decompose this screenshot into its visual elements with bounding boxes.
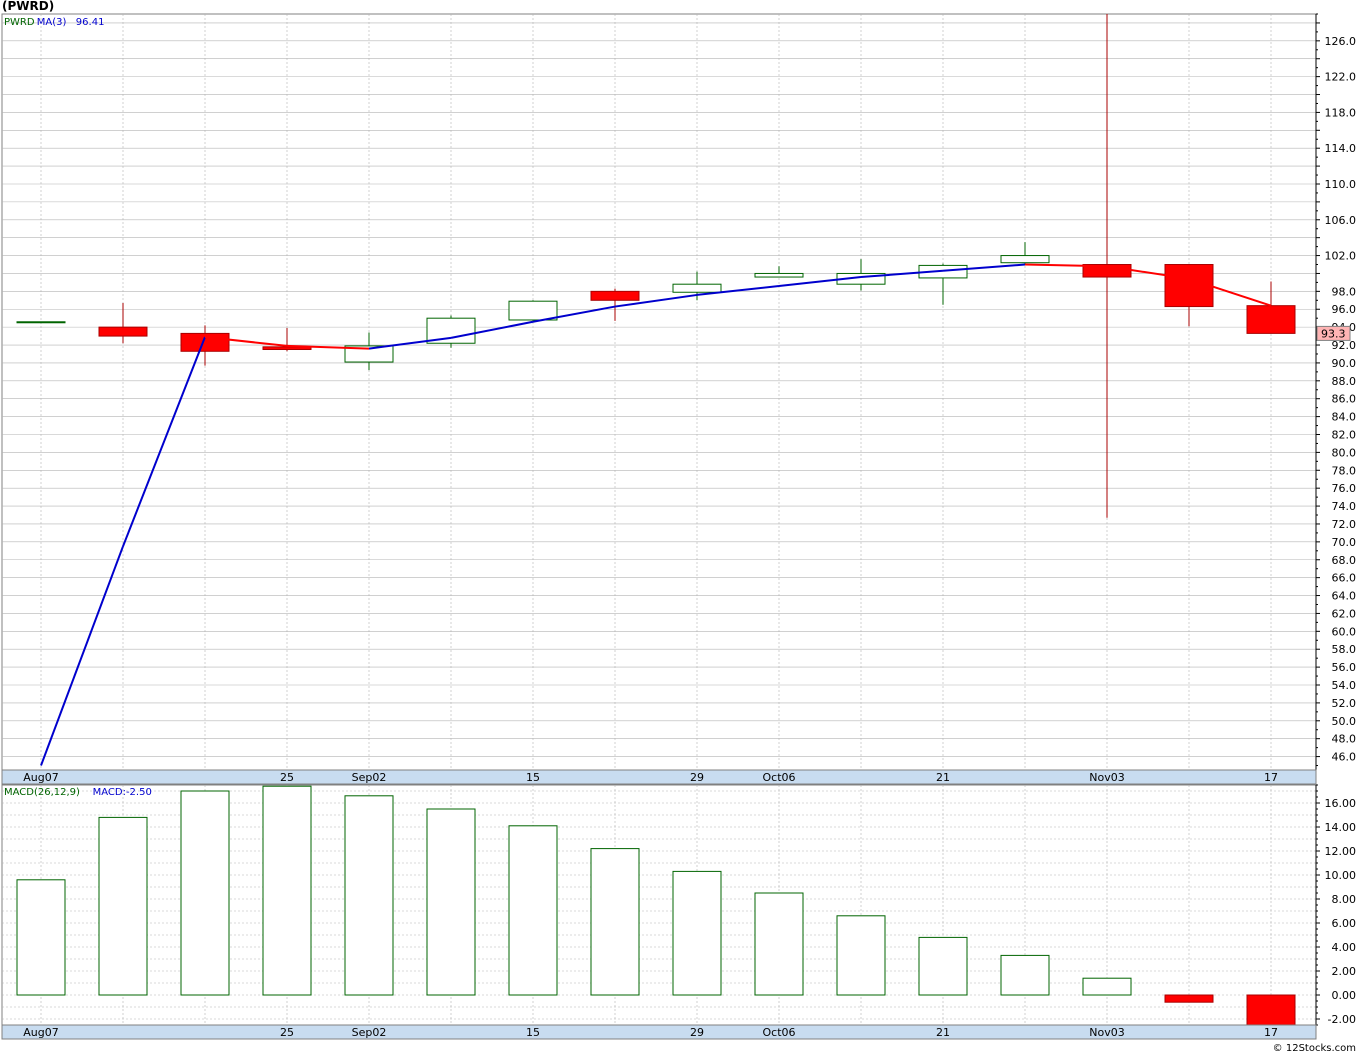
macd-bar: [754, 892, 804, 996]
macd-xtick-label: 25: [280, 1026, 294, 1039]
price-tick-label: 60.0: [1332, 625, 1357, 638]
price-tick-label: 64.0: [1332, 590, 1357, 603]
price-xtick-label: 25: [280, 771, 294, 784]
macd-xtick-label: Sep02: [352, 1026, 387, 1039]
macd-bar: [16, 879, 66, 996]
price-xtick-label: 21: [936, 771, 950, 784]
candle-body: [1000, 255, 1050, 264]
price-tick-label: 106.0: [1325, 214, 1357, 227]
price-tick-label: 88.0: [1332, 375, 1357, 388]
macd-tick-label: 0.00: [1332, 989, 1357, 1002]
price-legend-entry: PWRD: [4, 17, 35, 28]
price-tick-label: 96.0: [1332, 303, 1357, 316]
site-credit: © 12Stocks.com: [1272, 1043, 1356, 1054]
price-tick-label: 82.0: [1332, 428, 1357, 441]
macd-bar: [344, 795, 394, 996]
candle-body: [16, 321, 66, 324]
macd-xtick-label: Nov03: [1089, 1026, 1124, 1039]
macd-bar: [1000, 954, 1050, 996]
price-tick-label: 68.0: [1332, 554, 1357, 567]
stock-chart: 46.0 48.0 50.0 52.0 54.0 56.0 58.0 60.0 62.0 64.0…: [1, 13, 1357, 1040]
price-tick-label: 90.0: [1332, 357, 1357, 370]
price-tick-label: 86.0: [1332, 393, 1357, 406]
macd-xtick-label: 15: [526, 1026, 540, 1039]
price-tick-label: 118.0: [1325, 106, 1357, 119]
macd-bar: [590, 848, 640, 996]
macd-bar: [918, 936, 968, 996]
price-tick-label: 126.0: [1325, 35, 1357, 48]
macd-bar: [98, 816, 148, 996]
macd-tick-label: 10.00: [1325, 869, 1357, 882]
price-tick-label: 50.0: [1332, 715, 1357, 728]
price-tick-label: 70.0: [1332, 536, 1357, 549]
price-xtick-label: Oct06: [762, 771, 795, 784]
macd-tick-label: 8.00: [1332, 893, 1357, 906]
last-price-label: 93.3: [1321, 327, 1346, 340]
price-legend-entry: MA(3): [37, 17, 67, 28]
macd-tick-label: 4.00: [1332, 941, 1357, 954]
price-tick-label: 62.0: [1332, 607, 1357, 620]
macd-tick-label: 12.00: [1325, 845, 1357, 858]
macd-legend-entry: MACD(26,12,9): [4, 787, 80, 798]
macd-legend-entry: MACD:-2.50: [93, 787, 152, 798]
price-panel: [1, 13, 1317, 771]
price-tick-label: 52.0: [1332, 697, 1357, 710]
price-xtick-label: Sep02: [352, 771, 387, 784]
price-tick-label: 56.0: [1332, 661, 1357, 674]
price-tick-label: 58.0: [1332, 643, 1357, 656]
price-tick-label: 114.0: [1325, 142, 1357, 155]
candle-body: [180, 332, 230, 352]
macd-xtick-label: 17: [1264, 1026, 1278, 1039]
macd-xtick-label: 29: [690, 1026, 704, 1039]
candle-body: [672, 283, 722, 293]
candle-body: [508, 300, 558, 321]
macd-tick-label: 2.00: [1332, 965, 1357, 978]
price-tick-label: 80.0: [1332, 446, 1357, 459]
price-tick-label: 76.0: [1332, 482, 1357, 495]
price-xtick-label: 17: [1264, 771, 1278, 784]
macd-tick-label: 14.00: [1325, 821, 1357, 834]
macd-bar: [1246, 994, 1296, 1026]
macd-xtick-label: Aug07: [23, 1026, 58, 1039]
candle-body: [754, 272, 804, 278]
price-tick-label: 54.0: [1332, 679, 1357, 692]
price-tick-label: 92.0: [1332, 339, 1357, 352]
candle-body: [1164, 264, 1214, 308]
macd-tick-label: 6.00: [1332, 917, 1357, 930]
price-xtick-label: 29: [690, 771, 704, 784]
price-tick-label: 74.0: [1332, 500, 1357, 513]
price-xtick-label: Aug07: [23, 771, 58, 784]
price-tick-label: 84.0: [1332, 411, 1357, 424]
price-legend-entry: 96.41: [76, 17, 105, 28]
candle-body: [590, 290, 640, 301]
price-tick-label: 98.0: [1332, 285, 1357, 298]
price-tick-label: 122.0: [1325, 71, 1357, 84]
price-tick-label: 48.0: [1332, 733, 1357, 746]
price-tick-label: 78.0: [1332, 464, 1357, 477]
macd-bar: [262, 785, 312, 996]
macd-bar: [1082, 977, 1132, 996]
price-tick-label: 110.0: [1325, 178, 1357, 191]
price-xtick-label: Nov03: [1089, 771, 1124, 784]
candle-body: [1246, 305, 1296, 334]
price-tick-label: 72.0: [1332, 518, 1357, 531]
price-tick-label: 66.0: [1332, 572, 1357, 585]
macd-xtick-label: 21: [936, 1026, 950, 1039]
price-tick-label: 46.0: [1332, 751, 1357, 764]
macd-bar: [836, 915, 886, 996]
macd-bar: [180, 790, 230, 996]
candle-body: [98, 326, 148, 337]
macd-bar: [426, 808, 476, 996]
macd-bar: [1164, 994, 1214, 1003]
macd-tick-label: 16.00: [1325, 797, 1357, 810]
price-tick-label: 102.0: [1325, 250, 1357, 263]
price-xtick-label: 15: [526, 771, 540, 784]
macd-tick-label: -2.00: [1328, 1013, 1356, 1026]
macd-bar: [508, 825, 558, 996]
macd-xtick-label: Oct06: [762, 1026, 795, 1039]
macd-bar: [672, 870, 722, 996]
